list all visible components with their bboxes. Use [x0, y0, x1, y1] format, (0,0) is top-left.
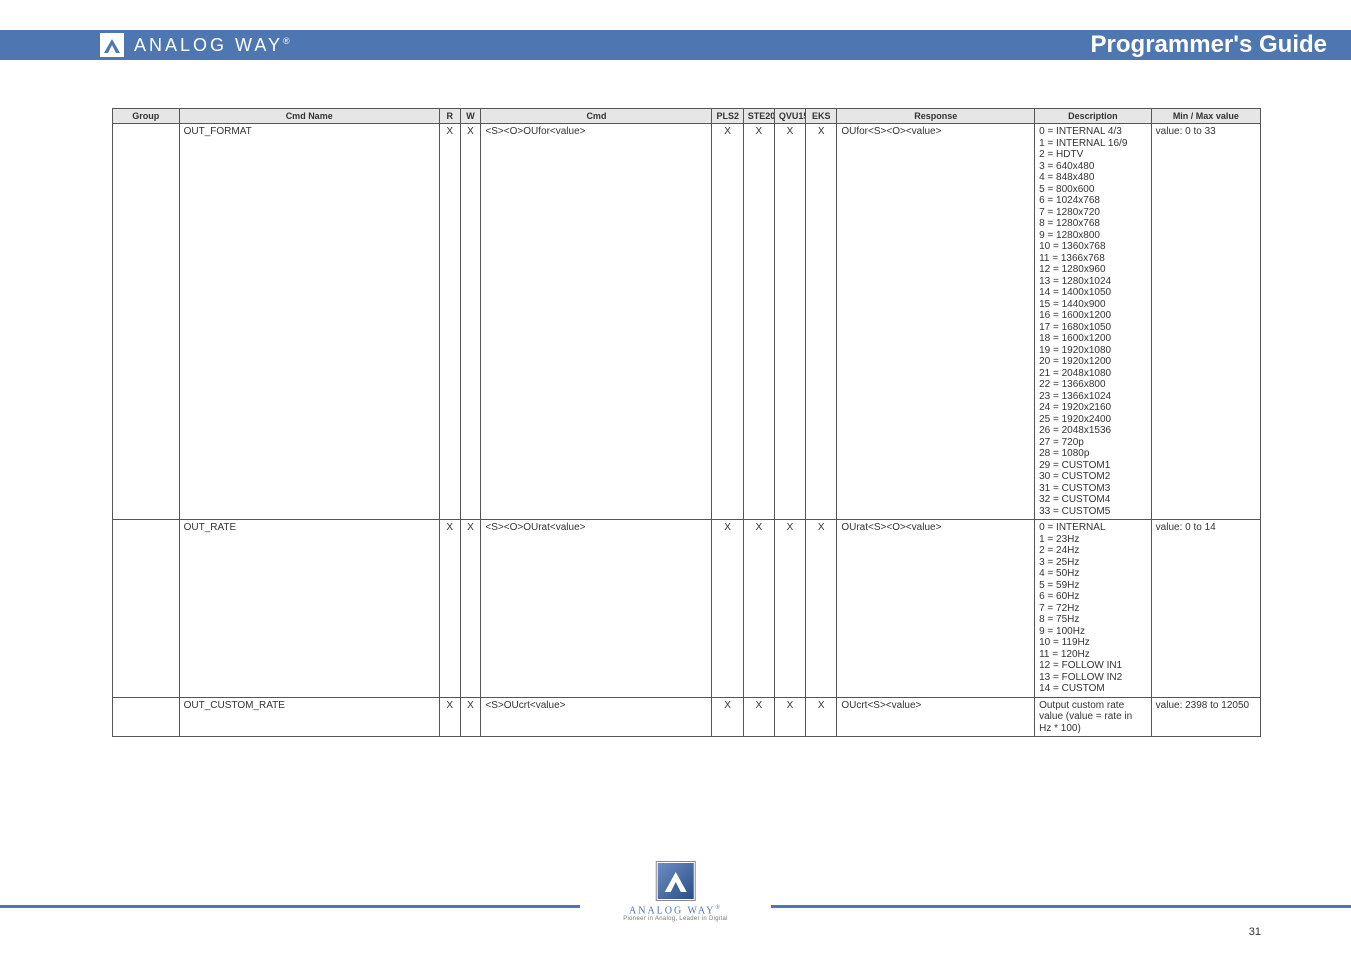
col-cmd: Cmd — [481, 109, 712, 124]
table-cell: X — [460, 520, 481, 698]
table-cell: X — [806, 697, 837, 737]
footer-logo-icon — [656, 861, 696, 901]
col-ste200: STE200 — [743, 109, 774, 124]
table-cell: X — [743, 697, 774, 737]
table-cell: X — [743, 124, 774, 520]
table-cell: X — [743, 520, 774, 698]
footer-brand-name: ANALOG WAY® — [623, 905, 728, 916]
table-cell: X — [712, 124, 743, 520]
table-cell: 0 = INTERNAL 4/3 1 = INTERNAL 16/9 2 = H… — [1035, 124, 1152, 520]
table-cell: Output custom rate value (value = rate i… — [1035, 697, 1152, 737]
table-cell: X — [712, 697, 743, 737]
col-group: Group — [113, 109, 180, 124]
col-desc: Description — [1035, 109, 1152, 124]
col-minmax: Min / Max value — [1151, 109, 1260, 124]
table-cell — [113, 697, 180, 737]
table-cell: X — [439, 520, 460, 698]
table-cell: 0 = INTERNAL 1 = 23Hz 2 = 24Hz 3 = 25Hz … — [1035, 520, 1152, 698]
table-cell: OUT_CUSTOM_RATE — [179, 697, 439, 737]
table-row: OUT_CUSTOM_RATEXX<S>OUcrt<value>XXXXOUcr… — [113, 697, 1261, 737]
table-cell: X — [774, 520, 805, 698]
brand-logo-icon — [100, 33, 124, 57]
table-cell: <S><O>OUrat<value> — [481, 520, 712, 698]
table-cell: X — [806, 124, 837, 520]
table-row: OUT_FORMATXX<S><O>OUfor<value>XXXXOUfor<… — [113, 124, 1261, 520]
table-body: OUT_FORMATXX<S><O>OUfor<value>XXXXOUfor<… — [113, 124, 1261, 737]
table-cell: <S>OUcrt<value> — [481, 697, 712, 737]
table-cell: OUcrt<S><value> — [837, 697, 1035, 737]
header-bar: ANALOG WAY® Programmer's Guide — [0, 30, 1351, 60]
table-cell: value: 0 to 14 — [1151, 520, 1260, 698]
table-cell: X — [439, 124, 460, 520]
table-row: OUT_RATEXX<S><O>OUrat<value>XXXXOUrat<S>… — [113, 520, 1261, 698]
footer-tagline: Pioneer in Analog, Leader in Digital — [623, 916, 728, 922]
col-response: Response — [837, 109, 1035, 124]
table-cell: <S><O>OUfor<value> — [481, 124, 712, 520]
table-cell: X — [460, 124, 481, 520]
command-table-container: Group Cmd Name R W Cmd PLS2 STE200 QVU15… — [112, 108, 1261, 737]
col-pls2: PLS2 — [712, 109, 743, 124]
table-cell: value: 0 to 33 — [1151, 124, 1260, 520]
table-cell: X — [806, 520, 837, 698]
table-cell: OUfor<S><O><value> — [837, 124, 1035, 520]
table-cell: OUrat<S><O><value> — [837, 520, 1035, 698]
footer-rule-right — [771, 905, 1351, 908]
table-cell: X — [774, 697, 805, 737]
page-title: Programmer's Guide — [1091, 31, 1327, 59]
footer-rule-left — [0, 905, 580, 908]
table-cell — [113, 124, 180, 520]
table-header: Group Cmd Name R W Cmd PLS2 STE200 QVU15… — [113, 109, 1261, 124]
table-cell — [113, 520, 180, 698]
footer: ANALOG WAY® Pioneer in Analog, Leader in… — [0, 862, 1351, 922]
col-r: R — [439, 109, 460, 124]
col-qvu150: QVU150 — [774, 109, 805, 124]
table-cell: X — [712, 520, 743, 698]
page-number: 31 — [1249, 926, 1261, 938]
brand-logo: ANALOG WAY® — [100, 33, 290, 57]
table-cell: X — [774, 124, 805, 520]
command-table: Group Cmd Name R W Cmd PLS2 STE200 QVU15… — [112, 108, 1261, 737]
col-w: W — [460, 109, 481, 124]
table-cell: OUT_FORMAT — [179, 124, 439, 520]
col-cmdname: Cmd Name — [179, 109, 439, 124]
col-eks: EKS — [806, 109, 837, 124]
table-cell: X — [439, 697, 460, 737]
table-cell: X — [460, 697, 481, 737]
brand-name: ANALOG WAY® — [134, 35, 290, 56]
table-cell: value: 2398 to 12050 — [1151, 697, 1260, 737]
footer-logo: ANALOG WAY® Pioneer in Analog, Leader in… — [623, 861, 728, 922]
table-cell: OUT_RATE — [179, 520, 439, 698]
